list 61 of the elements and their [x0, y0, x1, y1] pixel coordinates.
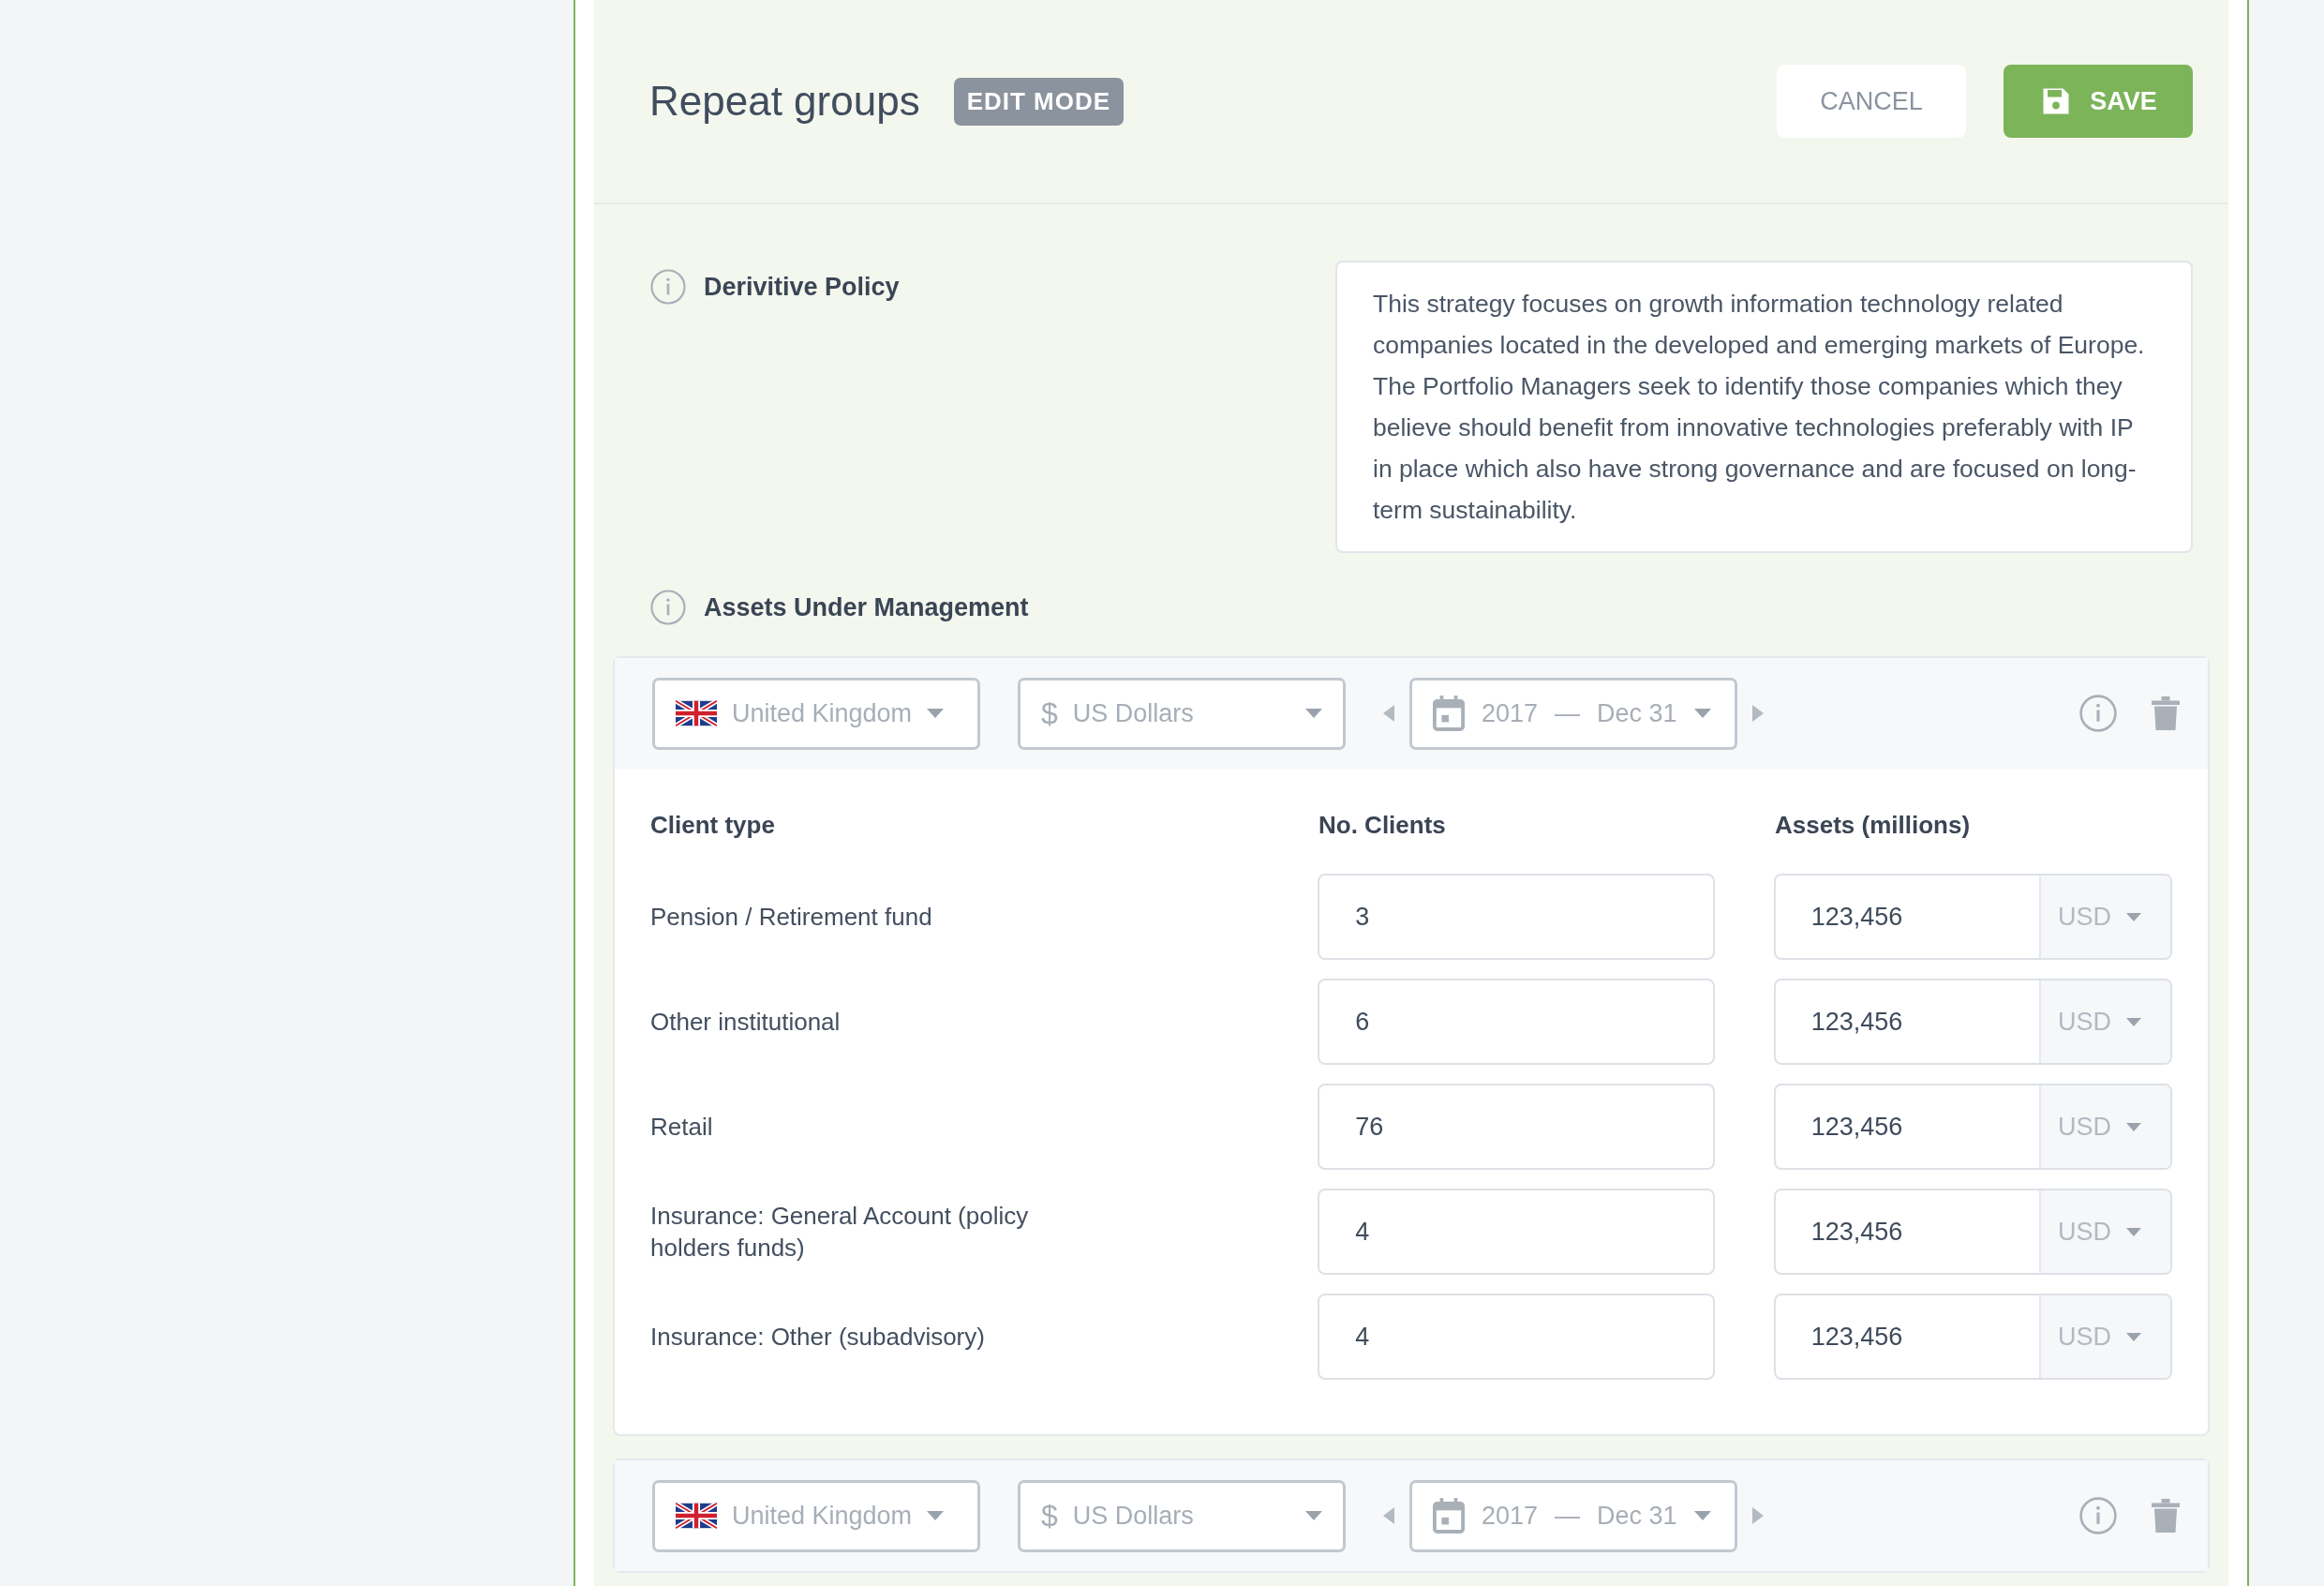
clients-input[interactable]: 4 — [1318, 1294, 1715, 1380]
country-select[interactable]: United Kingdom — [652, 1479, 980, 1552]
info-icon[interactable] — [649, 589, 687, 626]
info-icon[interactable] — [649, 268, 687, 306]
policy-text-area[interactable]: This strategy focuses on growth information technology related companies located in the developed and emerging markets of Europe. The Portfolio Managers seek to identify those companies which they believe should benefit from innovative technologies preferably with IP in place which also have strong governance and are focused on long-term sustainability. — [1335, 261, 2193, 553]
clients-input[interactable]: 6 — [1318, 979, 1715, 1065]
assets-input[interactable]: 123,456 USD — [1773, 1294, 2172, 1380]
unit-select[interactable]: USD — [2039, 980, 2170, 1063]
clients-input[interactable]: 3 — [1318, 874, 1715, 960]
assets-input[interactable]: 123,456 USD — [1773, 1189, 2172, 1275]
calendar-icon — [1433, 696, 1465, 731]
caret-icon — [2126, 1227, 2141, 1236]
trash-icon[interactable] — [2152, 1499, 2180, 1533]
caret-icon — [2126, 1122, 2141, 1131]
save-button[interactable]: SAVE — [2004, 65, 2193, 138]
caret-icon — [927, 1511, 945, 1520]
clients-input[interactable]: 4 — [1318, 1189, 1715, 1275]
date-select[interactable]: 2017 — Dec 31 — [1409, 677, 1737, 750]
page-title: Repeat groups — [649, 78, 920, 125]
caret-icon — [2126, 1017, 2141, 1026]
info-icon[interactable] — [2078, 694, 2118, 733]
previous-arrow-icon[interactable] — [1383, 705, 1394, 722]
assets-input[interactable]: 123,456 USD — [1773, 874, 2172, 960]
unit-select[interactable]: USD — [2039, 1190, 2170, 1273]
date-select[interactable]: 2017 — Dec 31 — [1409, 1479, 1737, 1552]
next-arrow-icon[interactable] — [1752, 1507, 1764, 1524]
client-type-label: Pension / Retirement fund — [650, 902, 933, 933]
currency-select[interactable]: $ US Dollars — [1018, 677, 1346, 750]
client-type-label: Other institutional — [650, 1007, 842, 1038]
flag-icon — [676, 700, 717, 726]
next-arrow-icon[interactable] — [1752, 705, 1764, 722]
caret-icon — [1305, 709, 1322, 718]
trash-icon[interactable] — [2152, 696, 2180, 730]
unit-select[interactable]: USD — [2039, 875, 2170, 958]
cancel-button[interactable]: CANCEL — [1777, 65, 1966, 138]
edit-mode-badge: EDIT MODE — [953, 77, 1125, 126]
calendar-icon — [1433, 1498, 1465, 1534]
flag-icon — [676, 1503, 717, 1529]
caret-icon — [2126, 912, 2141, 921]
caret-icon — [2126, 1332, 2141, 1341]
caret-icon — [1305, 1511, 1322, 1520]
client-type-label: Retail — [650, 1112, 714, 1143]
previous-arrow-icon[interactable] — [1383, 1507, 1394, 1524]
clients-input[interactable]: 76 — [1318, 1084, 1715, 1170]
info-icon[interactable] — [2078, 1496, 2118, 1535]
client-type-label: Insurance: Other (subadvisory) — [650, 1322, 986, 1353]
unit-select[interactable]: USD — [2039, 1085, 2170, 1168]
caret-icon — [1693, 1511, 1711, 1520]
client-type-label: Insurance: General Account (policy holders funds) — [650, 1201, 1030, 1264]
column-header: Client type — [650, 810, 776, 840]
field-label: Assets Under Management — [704, 592, 1029, 622]
field-label: Derivitive Policy — [704, 272, 900, 302]
unit-select[interactable]: USD — [2039, 1295, 2170, 1378]
country-select[interactable]: United Kingdom — [652, 677, 980, 750]
caret-icon — [1693, 709, 1711, 718]
column-header: No. Clients — [1318, 810, 1447, 840]
column-header: Assets (millions) — [1775, 810, 1971, 840]
assets-input[interactable]: 123,456 USD — [1773, 979, 2172, 1065]
currency-select[interactable]: $ US Dollars — [1018, 1479, 1346, 1552]
assets-input[interactable]: 123,456 USD — [1773, 1084, 2172, 1170]
caret-icon — [927, 709, 945, 718]
